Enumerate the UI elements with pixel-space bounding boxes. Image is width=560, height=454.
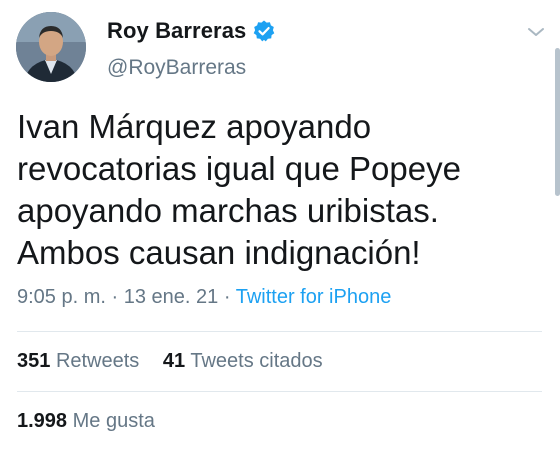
name-row: Roy Barreras: [107, 18, 276, 44]
retweets-stat[interactable]: 351 Retweets: [17, 350, 139, 372]
meta-separator: ·: [111, 286, 119, 308]
tweet-source-link[interactable]: Twitter for iPhone: [236, 286, 392, 308]
likes-label: Me gusta: [72, 410, 155, 432]
retweets-label: Retweets: [55, 350, 140, 372]
divider: [17, 331, 542, 332]
avatar[interactable]: [16, 12, 86, 82]
tweet-text-line: revocatorias igual que Popeye: [17, 150, 461, 187]
user-handle[interactable]: @RoyBarreras: [107, 56, 246, 80]
tweet-text: Ivan Márquez apoyando revocatorias igual…: [17, 106, 537, 274]
divider: [17, 391, 542, 392]
scrollbar[interactable]: [555, 48, 560, 196]
chevron-down-icon[interactable]: [522, 22, 550, 42]
quotes-count: 41: [162, 350, 186, 372]
quotes-stat[interactable]: 41 Tweets citados: [163, 350, 323, 372]
tweet-text-line: Ivan Márquez apoyando: [17, 108, 372, 145]
tweet-date[interactable]: 13 ene. 21: [124, 286, 219, 308]
display-name[interactable]: Roy Barreras: [107, 18, 246, 44]
engagement-stats: 351 Retweets 41 Tweets citados: [17, 350, 341, 373]
quotes-label: Tweets citados: [190, 350, 323, 372]
meta-separator: ·: [223, 286, 231, 308]
tweet-text-line: apoyando marchas uribistas.: [17, 192, 439, 229]
likes-count: 1.998: [17, 410, 68, 432]
tweet-card: Roy Barreras @RoyBarreras Ivan Márquez a…: [0, 0, 560, 454]
verified-badge-icon: [252, 19, 276, 43]
retweets-count: 351: [17, 350, 51, 372]
tweet-metadata: 9:05 p. m. · 13 ene. 21 · Twitter for iP…: [17, 286, 391, 309]
tweet-time[interactable]: 9:05 p. m.: [17, 286, 106, 308]
tweet-text-line: Ambos causan indignación!: [17, 234, 421, 271]
likes-stats: 1.998 Me gusta: [17, 410, 173, 433]
likes-stat[interactable]: 1.998 Me gusta: [17, 410, 155, 432]
